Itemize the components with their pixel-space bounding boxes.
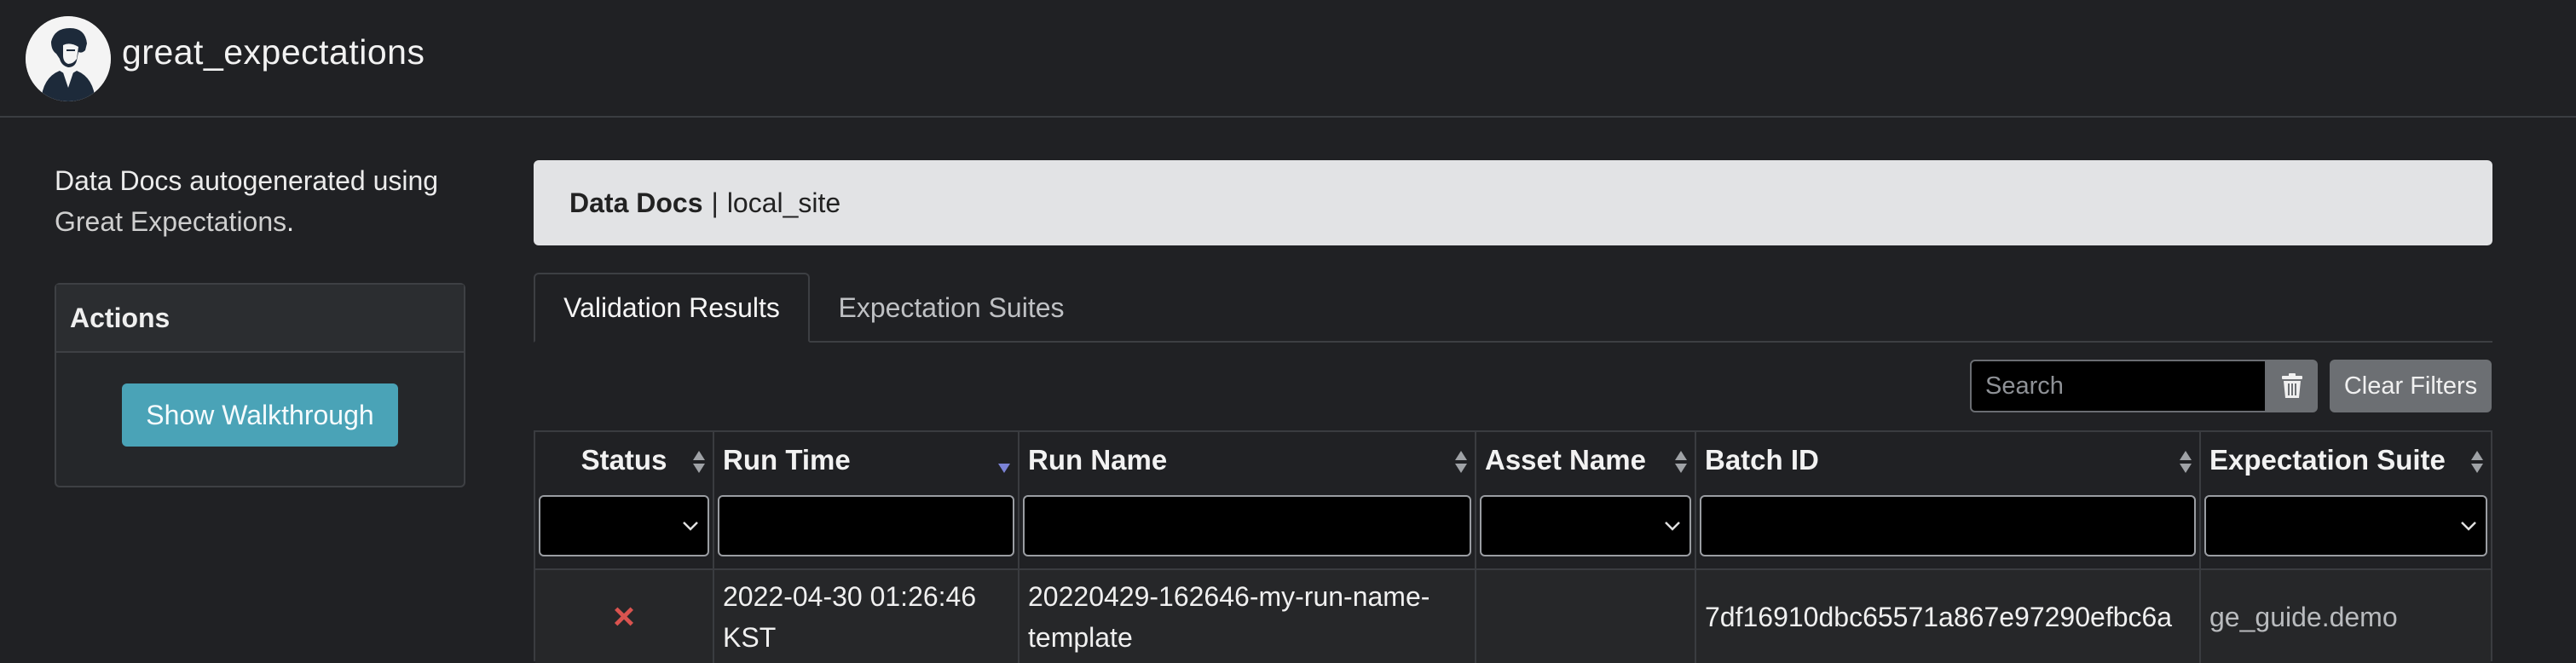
expectation-suite-cell: ge_guide.demo [2201, 568, 2491, 663]
filter-cell [1696, 488, 2199, 567]
chevron-down-icon [683, 522, 698, 531]
header-label: Run Name [1028, 444, 1168, 476]
batch-id-filter-input[interactable] [1700, 495, 2196, 556]
run-name-line: template [1028, 621, 1133, 653]
sort-desc-icon[interactable] [997, 449, 1011, 475]
failure-icon: × [613, 595, 635, 637]
great-expectations-link[interactable]: Great Expectations [55, 206, 286, 237]
filter-cell [714, 488, 1018, 567]
breadcrumb: Data Docs | local_site [534, 160, 2492, 245]
brand-name[interactable]: great_expectations [122, 32, 425, 72]
great-expectations-logo[interactable] [26, 16, 111, 101]
header-label: Asset Name [1485, 444, 1646, 476]
column-run-time: Run Time 2022-04-30 01:26:46 KST [714, 432, 1019, 663]
column-header-batch-id[interactable]: Batch ID [1696, 432, 2199, 488]
tab-expectation-suites[interactable]: Expectation Suites [815, 273, 1088, 343]
clear-search-button[interactable] [2267, 360, 2318, 412]
filter-cell [1476, 488, 1695, 567]
intro-end: . [286, 206, 295, 237]
sidebar-intro: Data Docs autogenerated using Great Expe… [55, 160, 472, 242]
header-label: Batch ID [1705, 444, 1819, 476]
batch-id-cell: 7df16910dbc65571a867e97290efbc6a [1696, 568, 2199, 663]
column-run-name: Run Name 20220429-162646-my-run-name- te… [1019, 432, 1476, 663]
clear-filters-button[interactable]: Clear Filters [2330, 360, 2492, 412]
asset-name-filter-select[interactable] [1480, 495, 1691, 556]
validation-results-table: Status × Run Time 2022-04-30 01:26:46 KS… [534, 430, 2492, 663]
filter-cell [535, 488, 713, 567]
breadcrumb-separator: | [711, 187, 719, 218]
chevron-down-icon [1665, 522, 1680, 531]
run-time-line: 2022-04-30 01:26:46 [723, 580, 977, 612]
filter-cell [1019, 488, 1475, 567]
expectation-suite-filter-select[interactable] [2204, 495, 2487, 556]
column-header-run-name[interactable]: Run Name [1019, 432, 1475, 488]
sort-icon[interactable] [1454, 449, 1468, 475]
sort-icon[interactable] [1674, 449, 1688, 475]
column-asset-name: Asset Name [1476, 432, 1696, 663]
sort-icon[interactable] [2470, 449, 2484, 475]
column-batch-id: Batch ID 7df16910dbc65571a867e97290efbc6… [1696, 432, 2201, 663]
column-header-status[interactable]: Status [535, 432, 713, 488]
tab-bar: Validation Results Expectation Suites [534, 273, 2492, 343]
status-filter-select[interactable] [539, 495, 709, 556]
breadcrumb-root[interactable]: Data Docs [569, 187, 703, 219]
column-expectation-suite: Expectation Suite ge_guide.demo [2201, 432, 2491, 663]
column-status: Status × [535, 432, 714, 663]
header-label: Status [580, 444, 667, 476]
filter-cell [2201, 488, 2491, 567]
column-header-run-time[interactable]: Run Time [714, 432, 1018, 488]
asset-name-cell [1476, 568, 1695, 663]
column-header-expectation-suite[interactable]: Expectation Suite [2201, 432, 2491, 488]
intro-text: Data Docs autogenerated using [55, 165, 439, 196]
breadcrumb-site: local_site [726, 187, 841, 218]
run-name-line: 20220429-162646-my-run-name- [1028, 580, 1430, 612]
sort-icon[interactable] [2179, 449, 2192, 475]
trash-icon [2282, 373, 2302, 398]
header-label: Expectation Suite [2209, 444, 2446, 476]
show-walkthrough-button[interactable]: Show Walkthrough [122, 383, 398, 447]
sort-icon[interactable] [692, 449, 706, 475]
run-name-cell[interactable]: 20220429-162646-my-run-name- template [1019, 568, 1475, 663]
column-header-asset-name[interactable]: Asset Name [1476, 432, 1695, 488]
tab-validation-results[interactable]: Validation Results [534, 273, 810, 343]
chevron-down-icon [2461, 522, 2476, 531]
run-time-filter-input[interactable] [718, 495, 1014, 556]
run-time-cell: 2022-04-30 01:26:46 KST [714, 568, 1018, 663]
actions-title: Actions [56, 285, 464, 353]
search-input[interactable] [1970, 360, 2267, 412]
run-time-tz: KST [723, 621, 777, 653]
actions-card: Actions Show Walkthrough [55, 283, 465, 487]
status-cell: × [535, 568, 713, 663]
run-name-filter-input[interactable] [1023, 495, 1471, 556]
top-navbar: great_expectations [0, 0, 2576, 118]
header-label: Run Time [723, 444, 851, 476]
